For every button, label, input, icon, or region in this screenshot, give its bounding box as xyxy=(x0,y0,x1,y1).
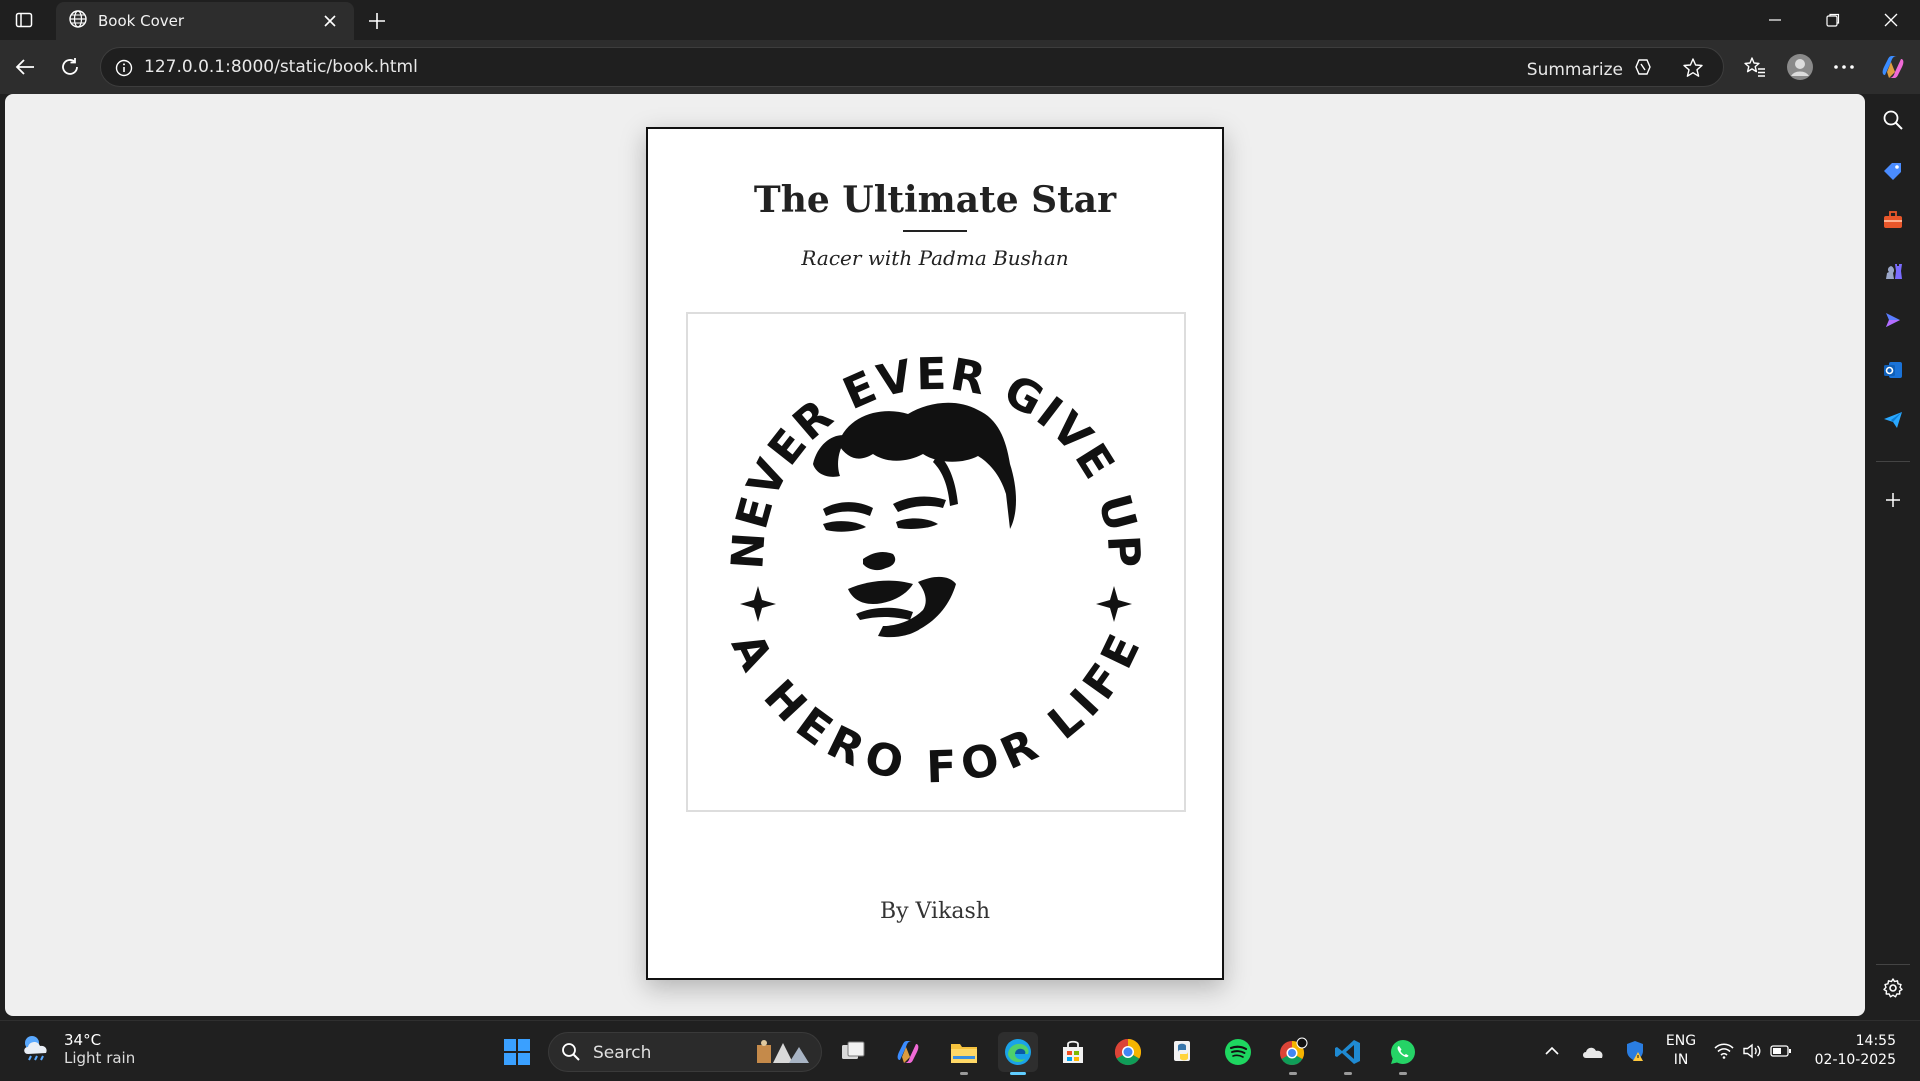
active-indicator xyxy=(1010,1072,1026,1075)
new-tab-button[interactable] xyxy=(364,8,390,34)
active-tab[interactable]: Book Cover xyxy=(56,2,354,40)
weather-condition: Light rain xyxy=(64,1049,136,1067)
window-controls xyxy=(1746,0,1920,40)
address-bar[interactable]: 127.0.0.1:8000/static/book.html Summariz… xyxy=(100,47,1724,87)
clock-time: 14:55 xyxy=(1855,1033,1896,1049)
favorite-star-icon[interactable] xyxy=(1681,56,1705,80)
spotify-icon[interactable] xyxy=(1218,1032,1258,1072)
minimize-icon[interactable] xyxy=(1746,0,1804,40)
url-text[interactable]: 127.0.0.1:8000/static/book.html xyxy=(144,57,418,77)
start-button[interactable] xyxy=(497,1032,537,1072)
copilot-icon[interactable] xyxy=(1878,52,1908,82)
tag-icon[interactable] xyxy=(1879,156,1907,184)
running-indicator xyxy=(1289,1072,1297,1075)
restore-icon[interactable] xyxy=(1804,0,1862,40)
favorites-icon[interactable] xyxy=(1740,52,1770,82)
battery-icon[interactable] xyxy=(1768,1021,1794,1081)
summarize-button[interactable]: Summarize xyxy=(1527,57,1653,82)
sidebar-divider xyxy=(1876,461,1910,462)
weather-temperature: 34°C xyxy=(64,1031,102,1049)
book-subtitle: Racer with Padma Bushan xyxy=(801,246,1069,270)
search-icon xyxy=(561,1042,581,1066)
weather-widget[interactable]: 34°C Light rain xyxy=(20,1031,135,1067)
tab-actions-icon[interactable] xyxy=(10,8,38,32)
page-viewport: The Ultimate Star Racer with Padma Busha… xyxy=(5,94,1865,1016)
vscode-icon[interactable] xyxy=(1328,1032,1368,1075)
clock-date: 02-10-2025 xyxy=(1814,1052,1896,1068)
running-indicator xyxy=(1344,1072,1352,1075)
portrait-illustration xyxy=(813,402,1016,638)
emblem-bottom-text: A HERO FOR LIFE xyxy=(721,625,1149,793)
language-code: ENG xyxy=(1665,1033,1697,1049)
profile-avatar[interactable] xyxy=(1785,52,1815,82)
store-icon[interactable] xyxy=(1053,1032,1093,1072)
browser-toolbar: 127.0.0.1:8000/static/book.html Summariz… xyxy=(0,40,1920,94)
more-options-icon[interactable] xyxy=(1829,52,1859,82)
book-author: By Vikash xyxy=(879,899,991,924)
globe-icon xyxy=(68,9,88,33)
toolbox-icon[interactable] xyxy=(1879,206,1907,234)
copilot-sidebar-icon[interactable] xyxy=(1879,306,1907,334)
summarize-icon xyxy=(1633,57,1653,82)
close-tab-icon[interactable] xyxy=(318,9,342,33)
refresh-icon[interactable] xyxy=(55,52,85,82)
title-divider xyxy=(903,230,967,232)
send-icon[interactable] xyxy=(1879,406,1907,434)
site-info-icon[interactable] xyxy=(113,57,135,79)
left-star-icon xyxy=(740,586,776,622)
whatsapp-icon[interactable] xyxy=(1383,1032,1423,1075)
title-bar: Book Cover xyxy=(0,0,1920,40)
volume-icon[interactable] xyxy=(1740,1021,1764,1081)
python-icon[interactable] xyxy=(1163,1032,1203,1072)
sidebar-divider-bottom xyxy=(1876,964,1910,965)
task-view-icon[interactable] xyxy=(833,1032,873,1072)
back-icon[interactable] xyxy=(10,52,40,82)
running-indicator xyxy=(1399,1072,1407,1075)
settings-icon[interactable] xyxy=(1879,974,1907,1002)
summarize-label: Summarize xyxy=(1526,59,1623,80)
system-clock[interactable]: 14:55 02-10-2025 xyxy=(1800,1021,1896,1081)
right-star-icon xyxy=(1096,586,1132,622)
tab-title: Book Cover xyxy=(98,12,185,30)
windows-logo-icon xyxy=(504,1039,530,1065)
security-shield-icon[interactable] xyxy=(1620,1021,1650,1081)
taskbar-search[interactable]: Search xyxy=(548,1032,822,1072)
input-language[interactable]: ENG IN xyxy=(1662,1021,1700,1081)
chrome-icon[interactable] xyxy=(1108,1032,1148,1072)
region-code: IN xyxy=(1673,1052,1689,1068)
search-icon[interactable] xyxy=(1879,106,1907,134)
outlook-icon[interactable] xyxy=(1879,356,1907,384)
rain-cloud-icon xyxy=(20,1032,54,1066)
book-cover: The Ultimate Star Racer with Padma Busha… xyxy=(646,127,1224,980)
edge-browser-icon[interactable] xyxy=(998,1032,1038,1075)
file-explorer-icon[interactable] xyxy=(944,1032,984,1075)
windows-taskbar: 34°C Light rain Search ENG IN 14:55 02-1… xyxy=(0,1020,1920,1080)
book-title: The Ultimate Star xyxy=(753,179,1117,221)
add-icon[interactable] xyxy=(1879,486,1907,514)
show-hidden-icons-icon[interactable] xyxy=(1538,1021,1566,1081)
running-indicator xyxy=(960,1072,968,1075)
copilot-app-icon[interactable] xyxy=(888,1032,928,1072)
search-highlight-icon xyxy=(755,1039,811,1069)
search-label: Search xyxy=(593,1043,652,1063)
onedrive-icon[interactable] xyxy=(1578,1021,1608,1081)
cover-emblem: NEVER EVER GIVE UP A HERO FOR LIFE xyxy=(721,349,1151,794)
cover-artwork: NEVER EVER GIVE UP A HERO FOR LIFE xyxy=(686,312,1186,812)
edge-sidebar xyxy=(1866,94,1920,1016)
wifi-icon[interactable] xyxy=(1712,1021,1736,1081)
chess-icon[interactable] xyxy=(1879,256,1907,284)
svg-text:A HERO FOR LIFE: A HERO FOR LIFE xyxy=(721,625,1151,793)
close-window-icon[interactable] xyxy=(1862,0,1920,40)
chrome-profile-icon[interactable] xyxy=(1273,1032,1313,1075)
